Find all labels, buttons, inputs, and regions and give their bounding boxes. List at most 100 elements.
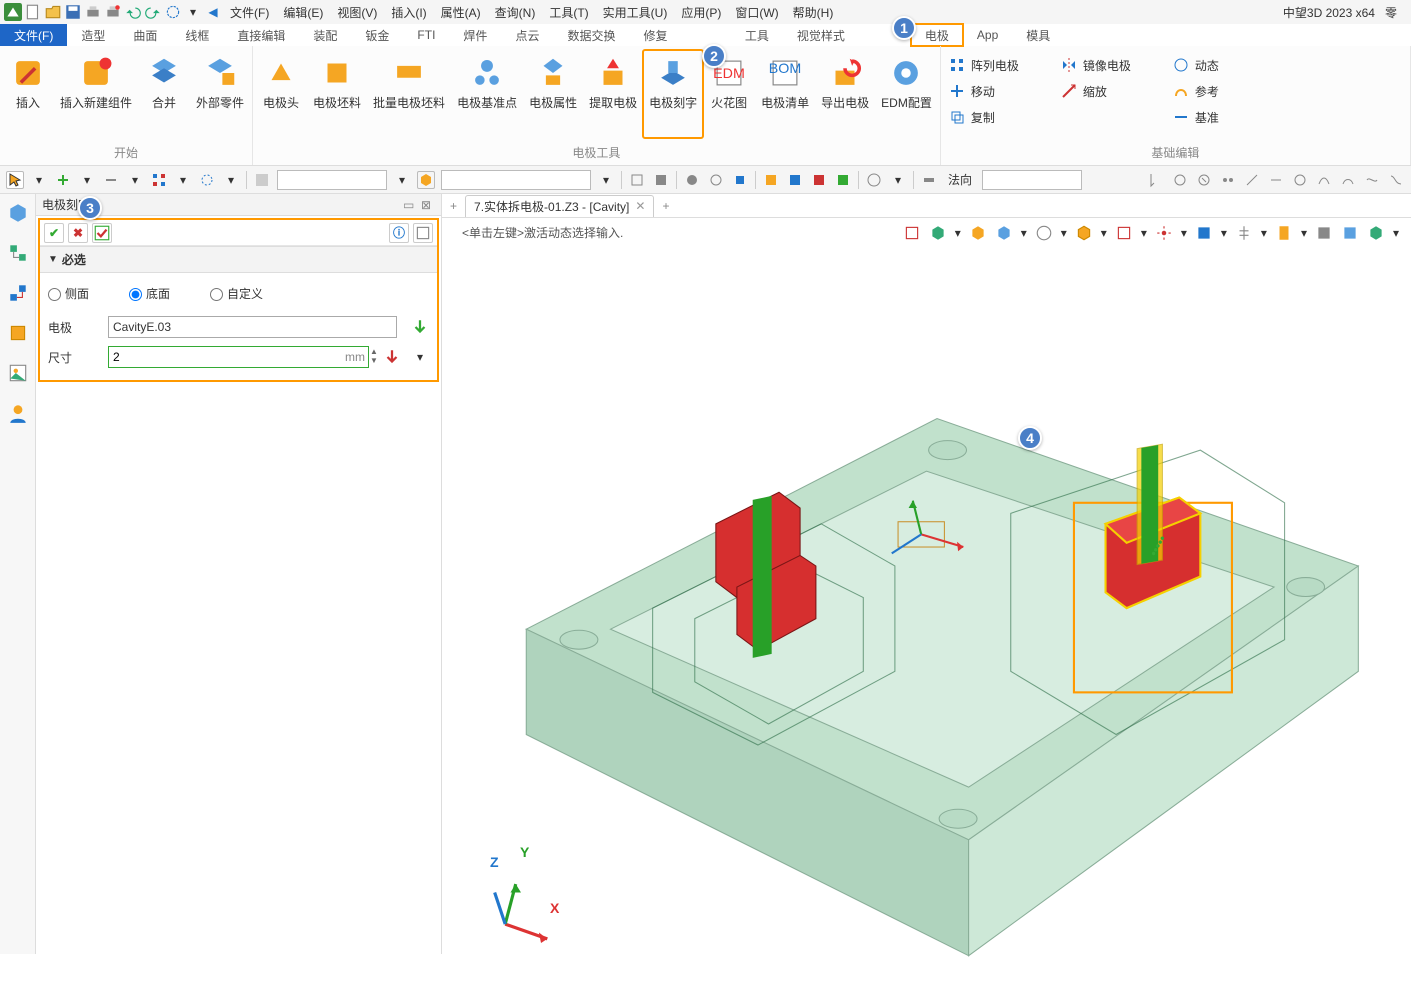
misc-icon-10[interactable] (865, 171, 883, 189)
menu-file[interactable]: 文件(F) (224, 1, 275, 23)
lb-image-icon[interactable] (7, 362, 29, 384)
rt-icon-10[interactable] (1363, 171, 1381, 189)
rt-icon-11[interactable] (1387, 171, 1405, 189)
btn-insert-new[interactable]: 插入新建组件 (54, 50, 138, 138)
rt-icon-1[interactable] (1147, 171, 1165, 189)
btn-batch-blank[interactable]: 批量电极坯料 (367, 50, 451, 138)
filter2-dd[interactable]: ▾ (597, 171, 615, 189)
pick-electrode-icon[interactable] (411, 318, 429, 336)
lb-user-icon[interactable] (7, 402, 29, 424)
rt-icon-7[interactable] (1291, 171, 1309, 189)
ribbon-tab-repair[interactable]: 修复 (629, 24, 681, 46)
lb-assembly-icon[interactable] (7, 282, 29, 304)
input-electrode[interactable] (108, 316, 397, 338)
info-button[interactable]: ⓘ (389, 223, 409, 243)
rt-icon-8[interactable] (1315, 171, 1333, 189)
menu-app[interactable]: 应用(P) (675, 1, 727, 23)
btn-export-elec[interactable]: 导出电极 (815, 50, 875, 138)
vt-icon-1[interactable] (903, 224, 921, 242)
print2-icon[interactable] (104, 3, 122, 21)
misc-dd[interactable]: ▾ (889, 171, 907, 189)
ribbon-tab-app[interactable]: App (963, 24, 1012, 46)
grid-dd[interactable]: ▾ (174, 171, 192, 189)
ribbon-tab-point[interactable]: 点云 (501, 24, 553, 46)
misc-icon-1[interactable] (628, 171, 646, 189)
menu-window[interactable]: 窗口(W) (729, 1, 784, 23)
ribbon-tab-wire[interactable]: 线框 (171, 24, 223, 46)
btn-mirror-elec[interactable]: 镜像电极 (1061, 54, 1131, 76)
remove-icon[interactable] (102, 171, 120, 189)
btn-edm-config[interactable]: EDM配置 (875, 50, 938, 138)
apply-button[interactable] (92, 223, 112, 243)
viewport[interactable]: + 7.实体拆电极-01.Z3 - [Cavity] ✕ + <单击左键>激活动… (442, 194, 1411, 954)
radio-side[interactable]: 侧面 (48, 285, 89, 302)
ribbon-tab-electrode[interactable]: 电极 (911, 24, 963, 46)
vt-icon-8[interactable] (1155, 224, 1173, 242)
vt-icon-4[interactable] (995, 224, 1013, 242)
btn-elec-list[interactable]: BOM电极清单 (755, 50, 815, 138)
radio-bottom[interactable]: 底面 (129, 285, 170, 302)
ribbon-tab-visual[interactable]: 视觉样式 (783, 24, 859, 46)
menu-attr[interactable]: 属性(A) (435, 1, 487, 23)
size-dd[interactable]: ▾ (411, 348, 429, 366)
size-spinner[interactable]: ▲▼ (367, 348, 381, 366)
btn-copy[interactable]: 复制 (949, 106, 1019, 128)
btn-dynamic[interactable]: 动态 (1173, 54, 1219, 76)
vt-icon-5[interactable] (1035, 224, 1053, 242)
rt-icon-9[interactable] (1339, 171, 1357, 189)
document-tab[interactable]: 7.实体拆电极-01.Z3 - [Cavity] ✕ (465, 195, 654, 217)
ribbon-tab-sheet[interactable]: 钣金 (351, 24, 403, 46)
remove-dd[interactable]: ▾ (126, 171, 144, 189)
open-icon[interactable] (44, 3, 62, 21)
btn-merge[interactable]: 合并 (138, 50, 190, 138)
vt-icon-11[interactable] (1275, 224, 1293, 242)
filter-dd[interactable]: ▾ (393, 171, 411, 189)
lb-tree-icon[interactable] (7, 242, 29, 264)
ok-button[interactable]: ✔ (44, 223, 64, 243)
panel-restore-icon[interactable]: ▭ (403, 198, 417, 212)
btn-reference[interactable]: 参考 (1173, 80, 1219, 102)
btn-insert[interactable]: 插入 (2, 50, 54, 138)
vt-icon-13[interactable] (1341, 224, 1359, 242)
filter2-input[interactable] (441, 170, 591, 190)
cursor-dd[interactable]: ▾ (30, 171, 48, 189)
menu-util[interactable]: 实用工具(U) (597, 1, 674, 23)
ribbon-tab-surface[interactable]: 曲面 (119, 24, 171, 46)
undo-icon[interactable] (124, 3, 142, 21)
misc-icon-2[interactable] (652, 171, 670, 189)
vt-icon-6[interactable] (1075, 224, 1093, 242)
ribbon-tab-direct[interactable]: 直接编辑 (223, 24, 299, 46)
new-icon[interactable] (24, 3, 42, 21)
btn-scale[interactable]: 缩放 (1061, 80, 1131, 102)
model-canvas[interactable]: ••••• (442, 250, 1411, 987)
panel-close-icon[interactable]: ⊠ (421, 198, 435, 212)
menu-insert[interactable]: 插入(I) (385, 1, 432, 23)
cancel-button[interactable]: ✖ (68, 223, 88, 243)
input-size[interactable] (108, 346, 369, 368)
vt-icon-3[interactable] (969, 224, 987, 242)
pick-size-icon[interactable] (383, 348, 401, 366)
circle-dd[interactable]: ▾ (222, 171, 240, 189)
target-icon[interactable] (164, 3, 182, 21)
misc-icon-7[interactable] (786, 171, 804, 189)
btn-elec-head[interactable]: 电极头 (255, 50, 307, 138)
btn-elec-blank[interactable]: 电极坯料 (307, 50, 367, 138)
normal-input[interactable] (982, 170, 1082, 190)
all-icon[interactable] (253, 171, 271, 189)
save-icon[interactable] (64, 3, 82, 21)
vt-icon-14[interactable] (1367, 224, 1385, 242)
ribbon-tab-asm[interactable]: 装配 (299, 24, 351, 46)
vt-icon-2[interactable] (929, 224, 947, 242)
vt-icon-12[interactable] (1315, 224, 1333, 242)
misc-icon-4[interactable] (707, 171, 725, 189)
rt-icon-2[interactable] (1171, 171, 1189, 189)
btn-elec-attr[interactable]: 电极属性 (523, 50, 583, 138)
radio-custom[interactable]: 自定义 (210, 285, 263, 302)
vt-icon-7[interactable] (1115, 224, 1133, 242)
misc-icon-6[interactable] (762, 171, 780, 189)
chevron-down-icon[interactable]: ▾ (184, 3, 202, 21)
ribbon-tab-data[interactable]: 数据交换 (553, 24, 629, 46)
section-header[interactable]: ▼ 必选 (40, 246, 437, 273)
rt-icon-3[interactable] (1195, 171, 1213, 189)
misc-icon-9[interactable] (834, 171, 852, 189)
